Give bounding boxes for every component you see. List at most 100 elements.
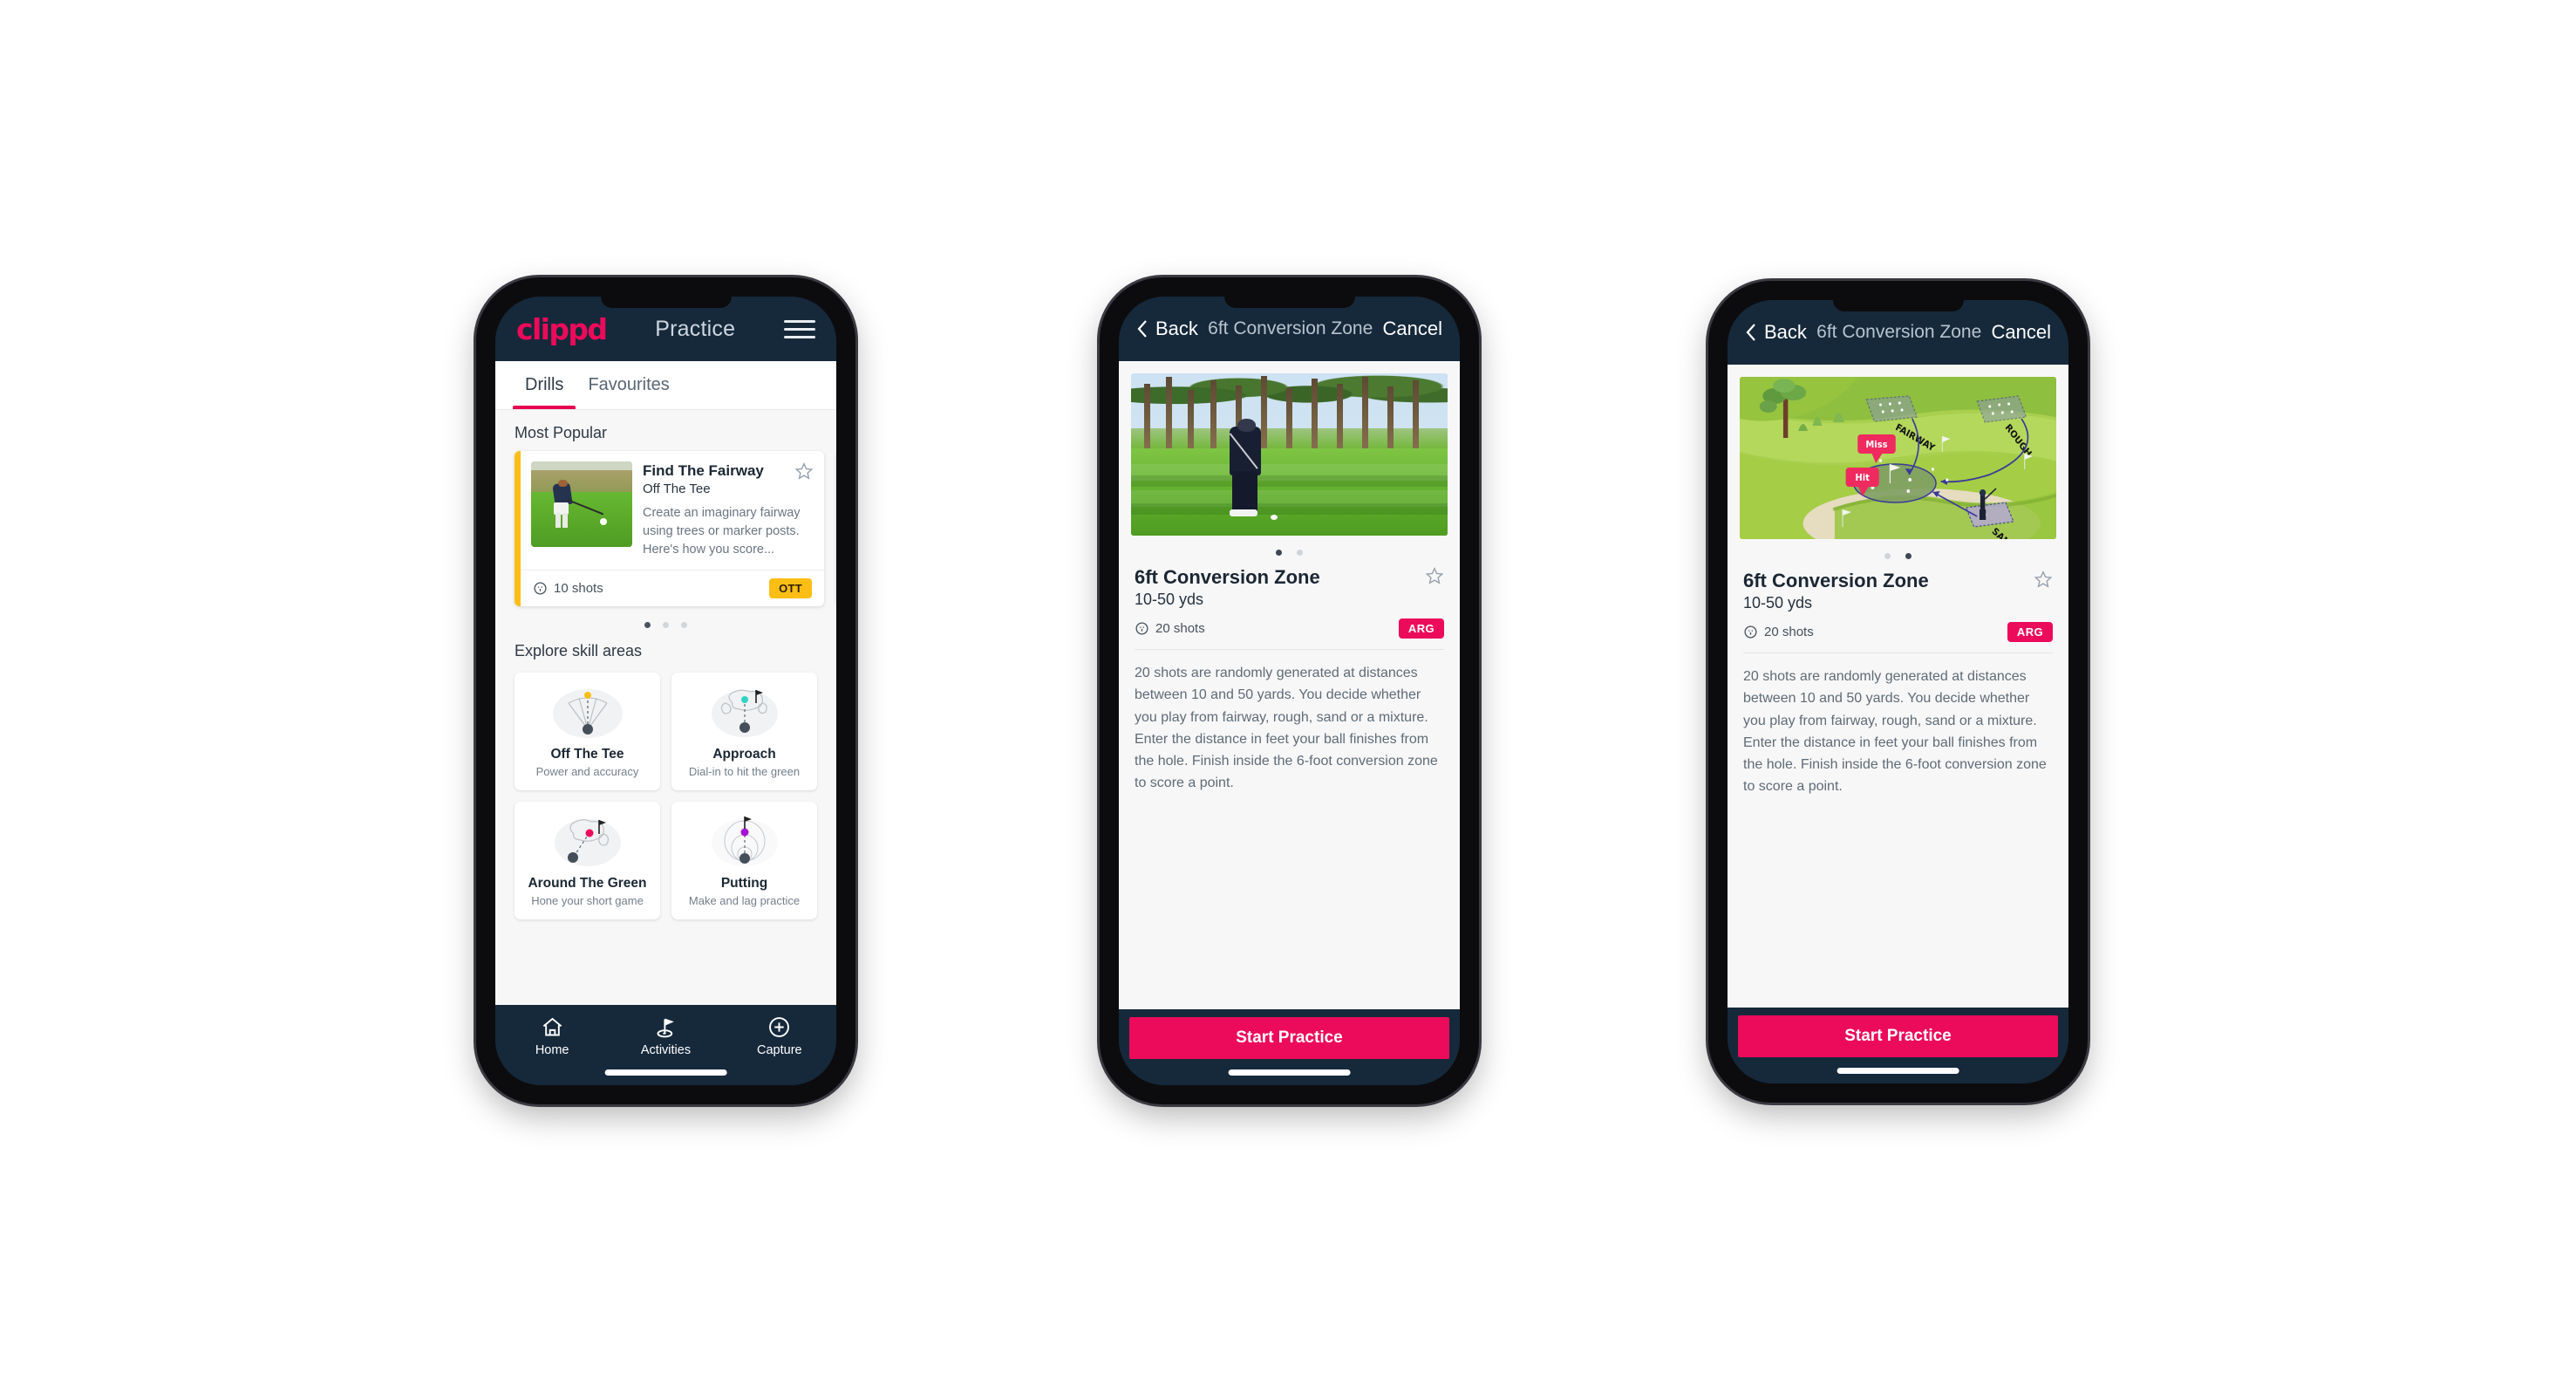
media-dot[interactable] <box>1884 553 1891 559</box>
back-label: Back <box>1155 318 1198 339</box>
detail-drill-range: 10-50 yds <box>1135 591 1204 608</box>
skill-title: Off The Tee <box>550 747 624 762</box>
hero-media-wrap: FAIRWAY ROUGH Miss Hit <box>1728 365 2068 539</box>
drill-shots: 10 shots <box>533 581 603 596</box>
skill-card-off-the-tee[interactable]: Off The Tee Power and accuracy <box>515 673 660 791</box>
detail-header: 6ft Conversion Zone 10-50 yds 20 shots A… <box>1728 559 2068 642</box>
nav-capture[interactable]: Capture <box>723 1015 836 1057</box>
carousel-dot[interactable] <box>681 622 687 629</box>
drill-title: Find The Fairway <box>643 462 764 479</box>
detail-body: FAIRWAY ROUGH Miss Hit 6ft Conversion Zo… <box>1728 365 2068 1008</box>
cancel-button[interactable]: Cancel <box>1992 321 2051 344</box>
putting-rings-icon <box>678 813 810 871</box>
start-practice-button[interactable]: Start Practice <box>1129 1017 1449 1059</box>
skill-title: Approach <box>712 747 776 762</box>
drill-card[interactable]: Find The Fairway Off The Tee Create an i… <box>515 451 824 607</box>
plus-circle-icon <box>769 1017 790 1037</box>
clippd-logo: clippd <box>516 311 608 346</box>
detail-body: 6ft Conversion Zone 10-50 yds 20 shots A… <box>1119 361 1460 1009</box>
nav-home[interactable]: Home <box>495 1015 609 1057</box>
shots-clock-icon <box>1135 622 1148 635</box>
home-indicator <box>604 1069 727 1076</box>
drill-skill-badge: OTT <box>769 578 812 599</box>
skill-areas-grid: Off The Tee Power and accuracy Approach … <box>495 669 836 920</box>
start-practice-button[interactable]: Start Practice <box>1738 1015 2058 1057</box>
phone-notch <box>1223 297 1355 308</box>
media-dot[interactable] <box>1297 550 1303 556</box>
phone-mockup-drill-detail-map: Back 6ft Conversion Zone Cancel FAIRWAY … <box>1708 281 2088 1103</box>
back-button[interactable]: Back <box>1745 321 1807 344</box>
course-diagram-image[interactable]: FAIRWAY ROUGH Miss Hit <box>1740 377 2056 539</box>
green-approach-icon <box>678 684 810 741</box>
phone-notch <box>1832 300 1964 311</box>
skill-card-around-the-green[interactable]: Around The Green Hone your short game <box>515 802 660 920</box>
home-indicator <box>1837 1068 1959 1074</box>
phone-mockup-drill-detail-video: Back 6ft Conversion Zone Cancel 6ft Conv… <box>1100 277 1479 1104</box>
drill-accent-bar <box>515 451 521 607</box>
nav-activities[interactable]: Activities <box>609 1015 722 1057</box>
carousel-dot[interactable] <box>644 622 651 629</box>
hero-media-wrap <box>1119 361 1460 536</box>
carousel-dot[interactable] <box>663 622 669 629</box>
tab-bar: Drills Favourites <box>495 361 836 410</box>
most-popular-heading: Most Popular <box>515 424 608 441</box>
chevron-left-icon <box>1137 320 1147 338</box>
most-popular-carousel[interactable]: Find The Fairway Off The Tee Create an i… <box>495 451 836 607</box>
skill-desc: Hone your short game <box>531 894 644 908</box>
skill-title: Around The Green <box>528 876 647 892</box>
detail-title: 6ft Conversion Zone <box>1208 318 1373 338</box>
shots-clock-icon <box>534 582 547 595</box>
media-dots[interactable] <box>1119 536 1460 556</box>
skill-desc: Power and accuracy <box>535 765 639 779</box>
cancel-button[interactable]: Cancel <box>1383 318 1442 340</box>
detail-drill-range: 10-50 yds <box>1743 594 1813 612</box>
media-dot[interactable] <box>1276 550 1282 556</box>
nav-home-label: Home <box>535 1043 569 1057</box>
svg-text:Miss: Miss <box>1865 440 1887 451</box>
drill-description: Create an imaginary fairway using trees … <box>643 506 801 557</box>
chevron-left-icon <box>1746 324 1755 341</box>
back-button[interactable]: Back <box>1136 318 1198 340</box>
favourite-star-icon[interactable] <box>794 461 814 481</box>
home-icon <box>542 1017 562 1036</box>
detail-description: 20 shots are randomly generated at dista… <box>1743 669 2047 795</box>
drill-card-footer: 10 shots OTT <box>521 570 824 606</box>
phone-mockup-practice-list: clippd Practice Drills Favourites Most P… <box>476 277 855 1104</box>
favourite-star-icon[interactable] <box>1425 566 1444 585</box>
home-indicator <box>1228 1069 1351 1076</box>
svg-text:Hit: Hit <box>1855 473 1870 484</box>
detail-drill-title: 6ft Conversion Zone <box>1743 570 1929 591</box>
detail-description: 20 shots are randomly generated at dista… <box>1135 666 1438 791</box>
drill-shots-label: 10 shots <box>554 581 603 597</box>
skill-title: Putting <box>720 876 768 892</box>
tab-drills[interactable]: Drills <box>513 361 576 409</box>
screenshot-stage: clippd Practice Drills Favourites Most P… <box>0 0 2576 1387</box>
favourite-star-icon[interactable] <box>2034 570 2053 589</box>
back-label: Back <box>1764 321 1807 343</box>
skill-card-approach[interactable]: Approach Dial-in to hit the green <box>671 673 817 791</box>
nav-capture-label: Capture <box>757 1043 802 1057</box>
detail-shots-label: 20 shots <box>1764 625 1814 639</box>
practice-scroll-area[interactable]: Most Popular Find The Fairway Off The Te… <box>495 410 836 1005</box>
detail-shots: 20 shots <box>1135 621 1205 636</box>
detail-title: 6ft Conversion Zone <box>1816 322 1982 342</box>
page-title: Practice <box>655 316 736 341</box>
drill-video-still[interactable] <box>1131 373 1448 536</box>
detail-skill-badge: ARG <box>2007 622 2053 642</box>
nav-activities-label: Activities <box>640 1043 692 1057</box>
skill-card-putting[interactable]: Putting Make and lag practice <box>671 802 817 920</box>
carousel-dots[interactable] <box>495 606 836 632</box>
detail-skill-badge: ARG <box>1398 618 1444 639</box>
hamburger-menu-icon[interactable] <box>784 319 815 338</box>
tab-favourites[interactable]: Favourites <box>576 361 681 409</box>
drill-thumbnail-image <box>531 461 632 547</box>
media-dots[interactable] <box>1728 539 2068 559</box>
drill-subtitle: Off The Tee <box>643 482 711 497</box>
phone-notch <box>600 297 732 308</box>
media-dot[interactable] <box>1905 553 1912 559</box>
tee-fan-icon <box>521 684 653 741</box>
detail-shots-label: 20 shots <box>1155 621 1205 636</box>
detail-drill-title: 6ft Conversion Zone <box>1135 566 1320 588</box>
chip-around-green-icon <box>521 813 653 871</box>
golf-flag-hole-icon <box>657 1018 674 1038</box>
